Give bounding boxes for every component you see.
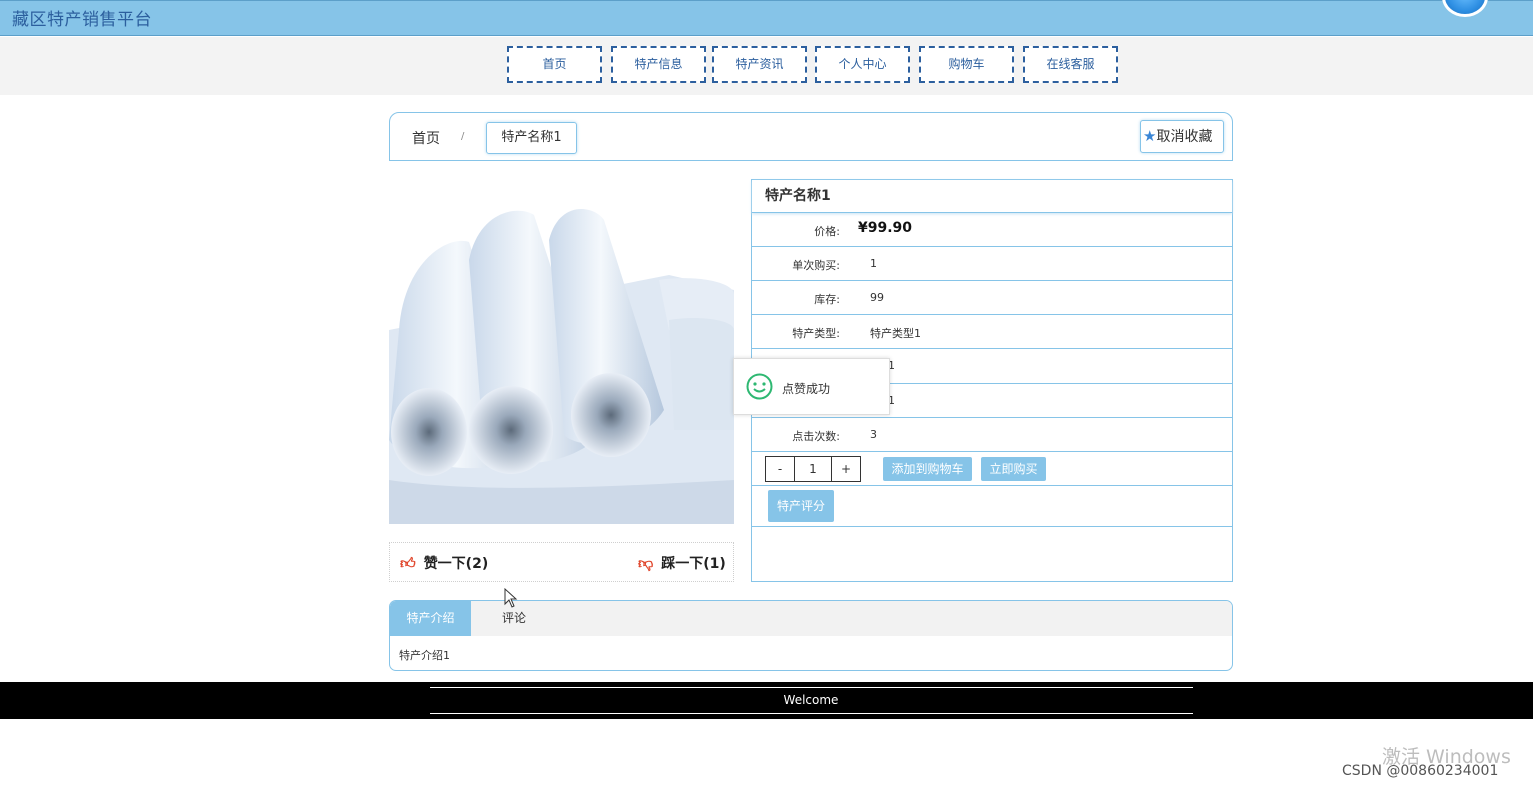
info-row: 单次购买: 1 (752, 247, 1232, 281)
detail-tabs: 特产介绍 评论 特产介绍1 (389, 600, 1233, 671)
info-row: 库存: 99 (752, 281, 1232, 315)
tab-content: 特产介绍1 (399, 649, 450, 662)
rating-row: 特产评分 (752, 486, 1232, 527)
thumbs-up-icon: 👍︎ (400, 554, 416, 572)
avatar[interactable] (1442, 0, 1488, 17)
purchase-row: - 1 + 添加到购物车 立即购买 (752, 452, 1232, 486)
top-header: 藏区特产销售平台 (0, 0, 1533, 36)
product-image (389, 180, 734, 524)
nav-home[interactable]: 首页 (507, 46, 602, 83)
nav-products[interactable]: 特产信息 (611, 46, 706, 83)
like-label: 赞一下(2) (423, 556, 489, 572)
unfavorite-button[interactable]: ★取消收藏 (1140, 120, 1224, 153)
like-button[interactable]: 👍︎ 赞一下(2) (400, 553, 488, 573)
quantity-plus-button[interactable]: + (832, 457, 860, 481)
quantity-input[interactable]: 1 (794, 457, 832, 481)
tab-introduction[interactable]: 特产介绍 (390, 601, 471, 636)
site-title: 藏区特产销售平台 (12, 10, 152, 30)
info-row: 点击次数: 3 (752, 418, 1232, 452)
info-row-label: 库存: (814, 293, 840, 306)
quantity-stepper: - 1 + (765, 456, 861, 482)
smile-icon (746, 373, 773, 400)
product-name: 特产名称1 (752, 180, 1232, 213)
footer-divider (430, 713, 1193, 714)
thumbs-down-icon: 👎︎ (638, 554, 654, 572)
vote-bar: 👍︎ 赞一下(2) 👎︎ 踩一下(1) (389, 542, 734, 582)
nav-news[interactable]: 特产资讯 (712, 46, 807, 83)
footer-divider (430, 687, 1193, 688)
info-row: 特产类型: 特产类型1 (752, 315, 1232, 349)
rate-button[interactable]: 特产评分 (768, 490, 834, 522)
star-icon: ★ (1143, 127, 1157, 145)
product-image-graphic (389, 180, 734, 524)
csdn-watermark: CSDN @00860234001 (1342, 763, 1499, 779)
dislike-button[interactable]: 👎︎ 踩一下(1) (638, 553, 726, 573)
info-row-value: 1 (870, 257, 877, 270)
info-row-label: 点击次数: (792, 430, 840, 443)
price-value: ¥99.90 (858, 220, 913, 236)
breadcrumb-separator: / (461, 131, 465, 142)
main-nav: 首页 特产信息 特产资讯 个人中心 购物车 在线客服 (0, 37, 1533, 95)
nav-profile[interactable]: 个人中心 (815, 46, 910, 83)
dislike-label: 踩一下(1) (661, 556, 726, 572)
info-row-label: 单次购买: (792, 259, 840, 272)
buy-now-button[interactable]: 立即购买 (981, 457, 1046, 481)
breadcrumb: 首页 / 特产名称1 ★取消收藏 (389, 112, 1233, 161)
footer: Welcome (0, 682, 1533, 719)
toast-popup: 点赞成功 (733, 358, 890, 415)
price-row: 价格: ¥99.90 (752, 213, 1232, 247)
breadcrumb-current[interactable]: 特产名称1 (486, 122, 577, 154)
info-row-value: 3 (870, 428, 877, 441)
footer-text: Welcome (783, 693, 839, 707)
info-row-value: 99 (870, 291, 884, 304)
add-to-cart-button[interactable]: 添加到购物车 (883, 457, 972, 481)
price-label: 价格: (814, 225, 840, 238)
info-row-label: 特产类型: (792, 327, 840, 340)
breadcrumb-home[interactable]: 首页 (412, 128, 440, 148)
quantity-minus-button[interactable]: - (766, 457, 794, 481)
info-row-value: 特产类型1 (870, 327, 921, 340)
mouse-cursor-icon (504, 588, 518, 608)
page: { "site": { "title": "藏区特产销售平台" }, "nav"… (0, 0, 1533, 789)
nav-cart[interactable]: 购物车 (919, 46, 1014, 83)
nav-support[interactable]: 在线客服 (1023, 46, 1118, 83)
toast-message: 点赞成功 (782, 382, 831, 396)
unfavorite-label: 取消收藏 (1156, 129, 1213, 145)
